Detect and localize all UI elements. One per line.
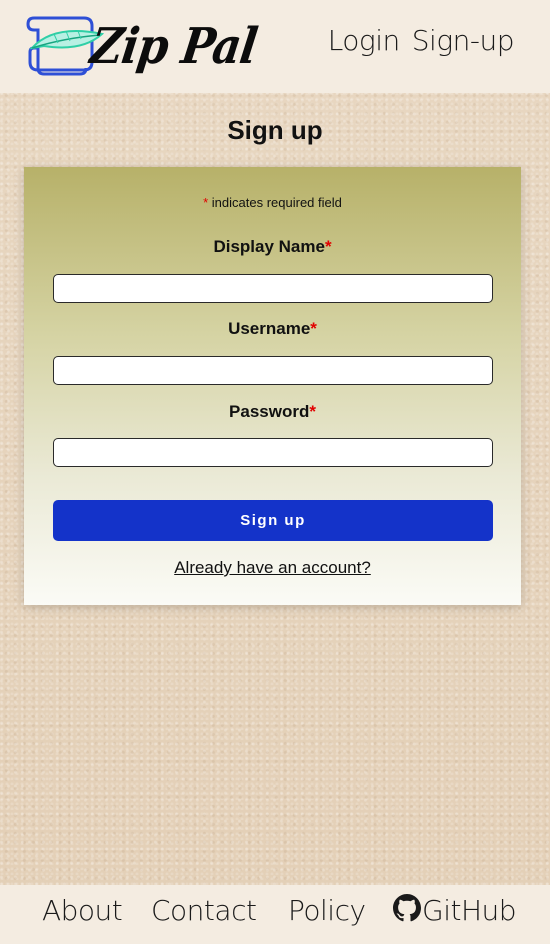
display-name-label: Display Name* — [24, 237, 521, 257]
already-have-account-link[interactable]: Already have an account? — [24, 558, 521, 578]
password-input[interactable] — [53, 438, 493, 467]
footer-github-link[interactable]: GitHub — [422, 894, 517, 927]
footer-about-link[interactable]: About — [42, 894, 123, 927]
password-label: Password* — [24, 402, 521, 422]
brand-name[interactable]: Zip Pal — [87, 18, 260, 75]
top-nav: Login Sign-up — [328, 24, 515, 57]
required-asterisk: * — [309, 402, 316, 421]
username-label-text: Username — [228, 319, 311, 338]
display-name-label-text: Display Name — [213, 237, 325, 256]
footer-contact-link[interactable]: Contact — [151, 894, 257, 927]
signup-form: * indicates required field Display Name*… — [24, 167, 521, 605]
username-label: Username* — [24, 319, 521, 339]
password-label-text: Password — [229, 402, 310, 421]
nav-login-link[interactable]: Login — [328, 24, 401, 57]
top-bar: Zip Pal Login Sign-up — [0, 0, 550, 93]
signup-submit-button[interactable]: Sign up — [53, 500, 493, 541]
display-name-input[interactable] — [53, 274, 493, 303]
github-icon[interactable] — [393, 894, 421, 922]
required-asterisk: * — [324, 237, 332, 256]
required-field-note: * indicates required field — [24, 195, 521, 210]
required-asterisk: * — [310, 319, 317, 338]
page-title: Sign up — [227, 115, 323, 145]
footer-bar: About Contact Policy GitHub — [0, 885, 550, 944]
required-note-text: indicates required field — [211, 195, 342, 210]
required-asterisk: * — [203, 195, 209, 210]
footer-policy-link[interactable]: Policy — [288, 894, 366, 927]
username-input[interactable] — [53, 356, 493, 385]
nav-signup-link[interactable]: Sign-up — [412, 24, 515, 57]
